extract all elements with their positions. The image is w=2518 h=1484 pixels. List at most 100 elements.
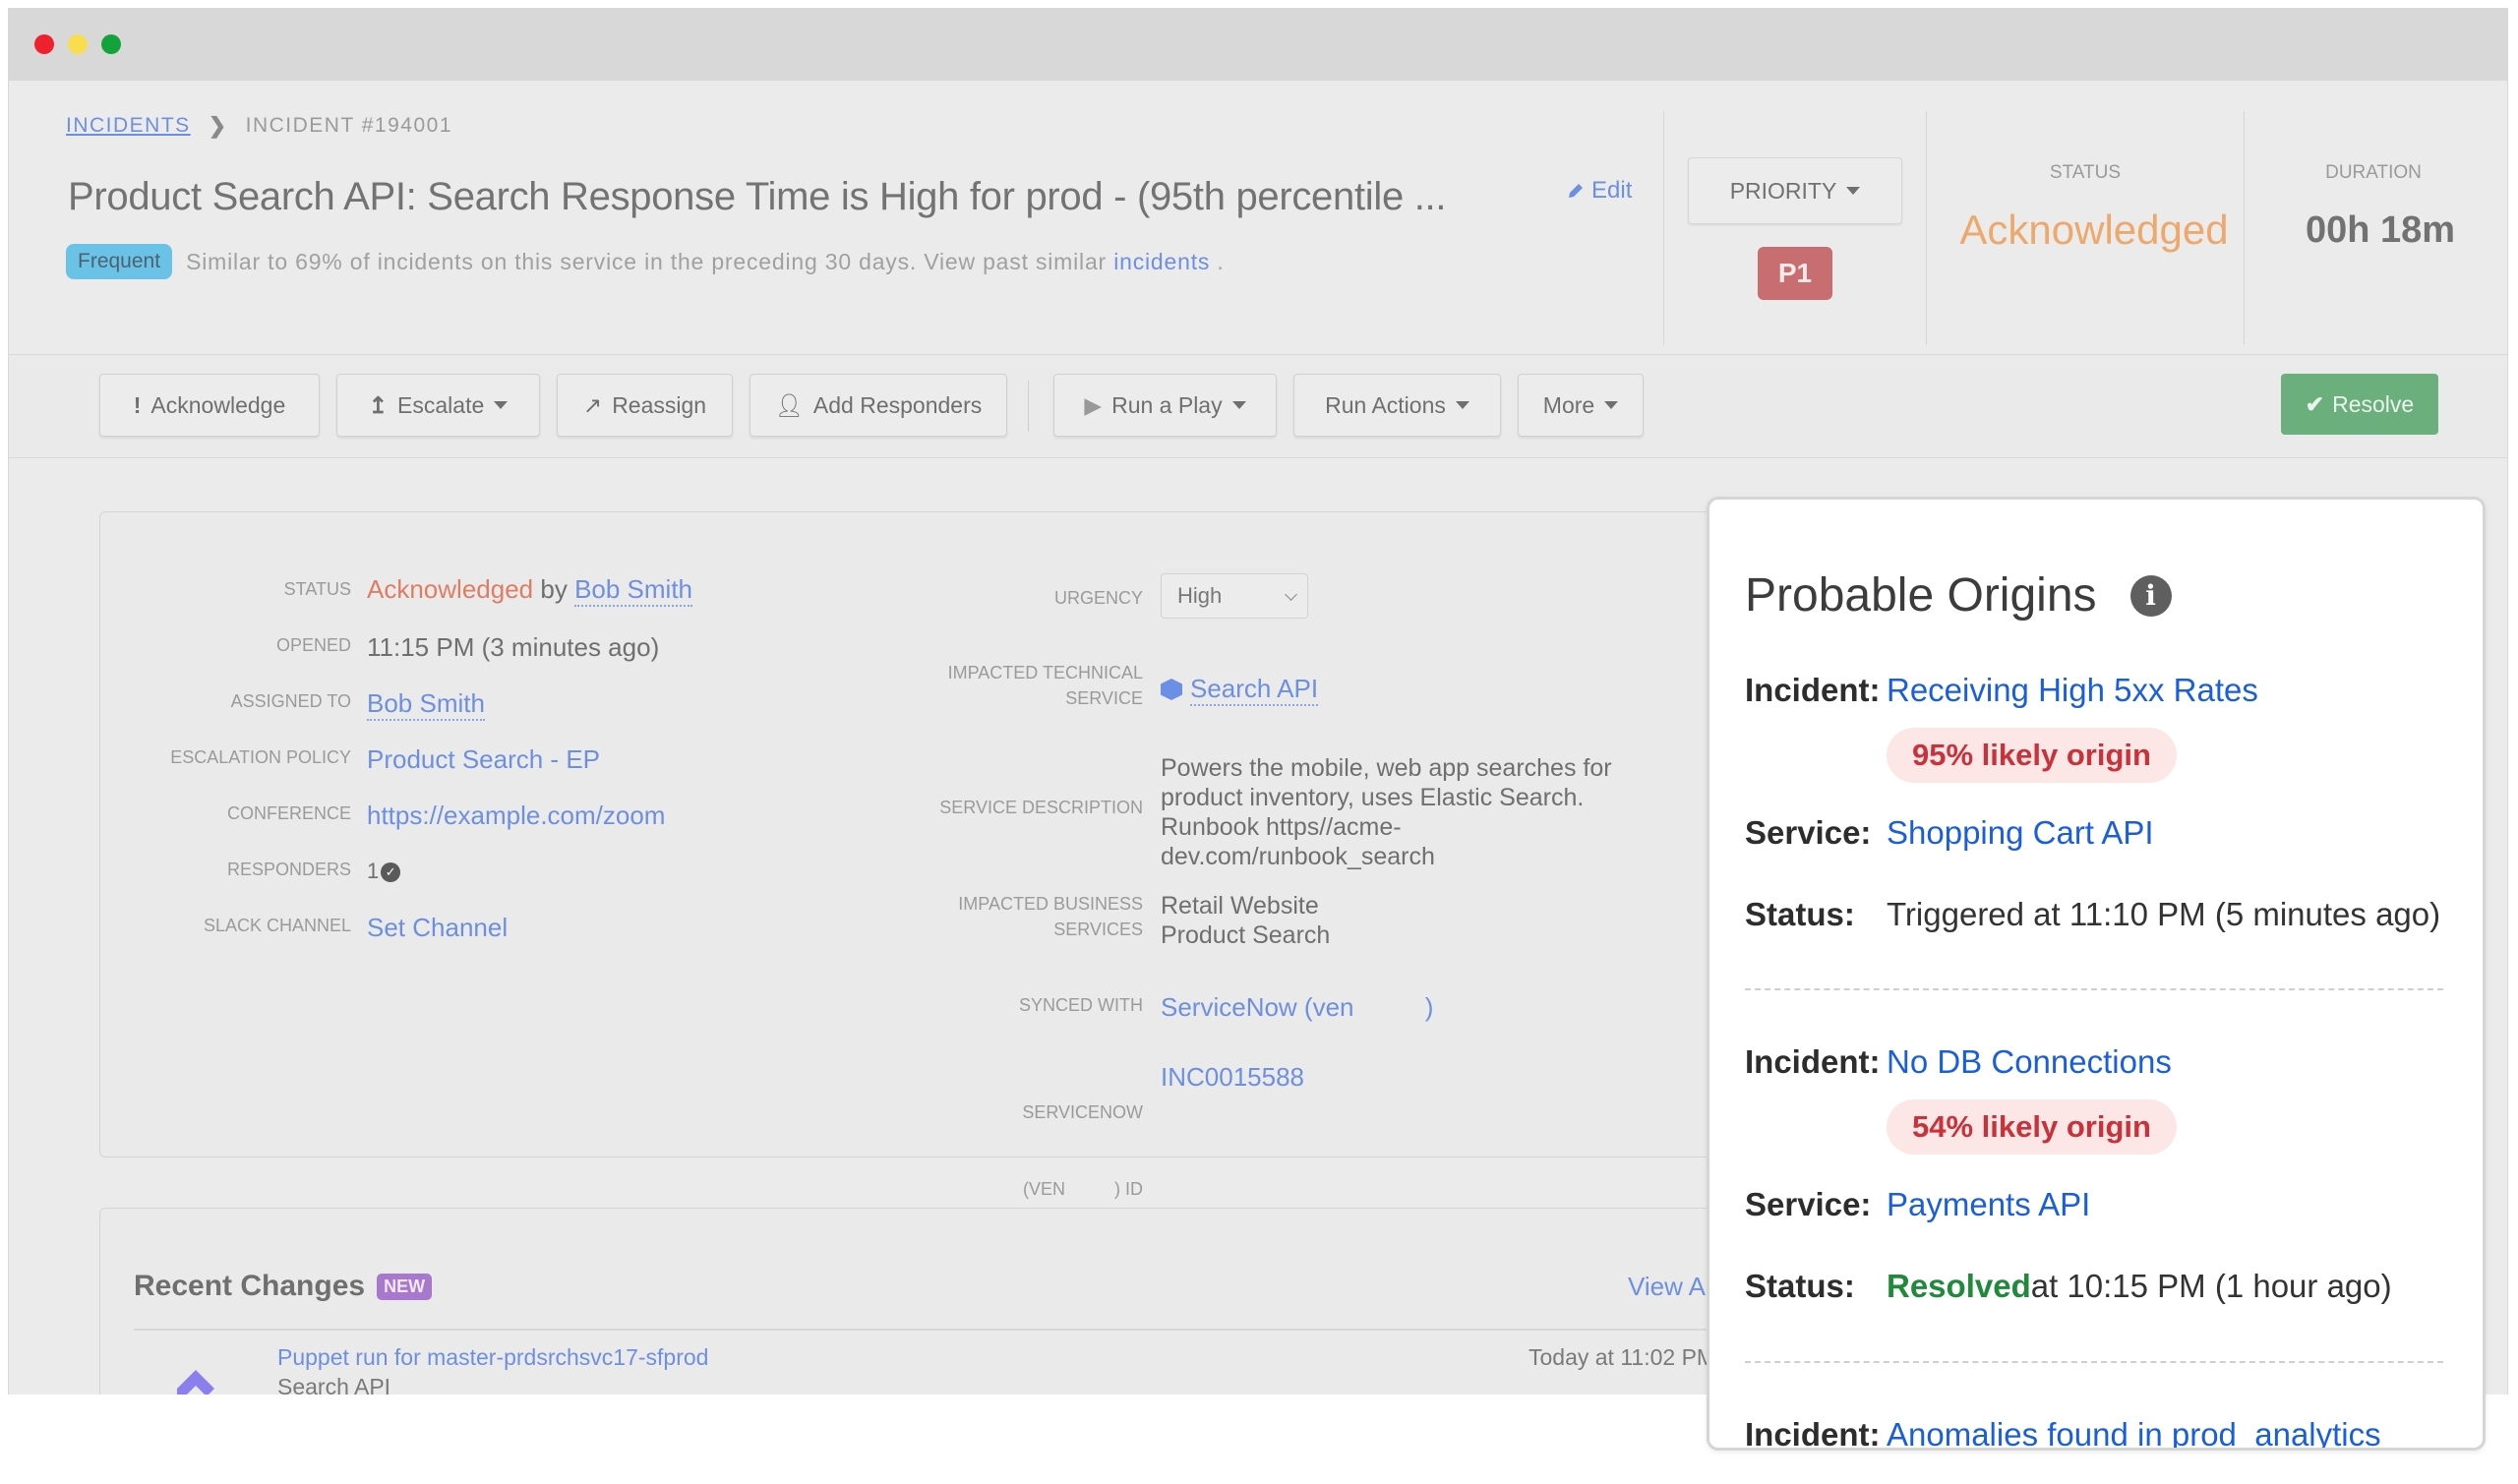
similar-incidents-link[interactable]: incidents: [1113, 249, 1210, 274]
run-a-play-button[interactable]: ▶ Run a Play: [1053, 374, 1277, 437]
maximize-window-button[interactable]: [101, 34, 121, 54]
status-key: Status:: [1745, 896, 1855, 932]
add-user-icon: 👤︎: [774, 391, 804, 418]
recent-changes-divider: [134, 1329, 1747, 1331]
run-actions-label: Run Actions: [1325, 391, 1446, 418]
acknowledge-label: Acknowledge: [150, 391, 286, 418]
origin-incident-link[interactable]: No DB Connections: [1887, 1043, 2172, 1081]
field-value: Search API: [1161, 674, 1319, 706]
field-value: Acknowledged by Bob Smith: [367, 574, 693, 607]
close-window-button[interactable]: [34, 34, 54, 54]
label-line: IMPACTED TECHNICAL: [947, 663, 1143, 683]
field-label: SERVICE DESCRIPTION: [939, 798, 1143, 817]
set-slack-channel-link[interactable]: Set Channel: [367, 913, 508, 942]
escalate-arrow-icon: ↥: [368, 391, 389, 418]
assigned-user-link[interactable]: Bob Smith: [367, 688, 485, 721]
field-synced-with: SYNCED WITH ServiceNow (ven ): [651, 992, 1433, 1022]
probable-origins-panel: Probable Origins i Incident: Receiving H…: [1707, 497, 2486, 1451]
origin-incident-link[interactable]: Receiving High 5xx Rates: [1887, 672, 2258, 709]
field-value: 1 ✓: [367, 857, 401, 886]
origin-incident-link[interactable]: Anomalies found in prod_analytics: [1887, 1416, 2381, 1448]
urgency-value: High: [1177, 583, 1223, 608]
priority-badge: P1: [1758, 247, 1832, 300]
incident-details-card: STATUS Acknowledged by Bob Smith OPENED …: [99, 511, 1771, 1199]
origin-service-link[interactable]: Payments API: [1887, 1186, 2090, 1223]
recent-changes-card: Recent Changes NEW View A Puppet run for…: [99, 1208, 1771, 1395]
origin-status-text: at 10:15 PM (1 hour ago): [2030, 1268, 2392, 1304]
incident-key: Incident:: [1745, 1416, 1881, 1451]
search-api-link[interactable]: Search API: [1190, 674, 1319, 706]
toolbar-separator: [1028, 381, 1029, 432]
origin-service-link[interactable]: Shopping Cart API: [1887, 814, 2154, 852]
field-label: ASSIGNED TO: [230, 691, 351, 711]
change-title-link[interactable]: Puppet run for master-prdsrchsvc17-sfpro…: [277, 1344, 708, 1371]
servicenow-link[interactable]: ServiceNow (ven ): [1161, 992, 1433, 1022]
breadcrumb-incidents-link[interactable]: INCIDENTS: [66, 114, 191, 138]
field-status: STATUS Acknowledged by Bob Smith: [100, 574, 693, 607]
action-toolbar: ! Acknowledge ↥ Escalate ↗ Reassign 👤︎ A…: [9, 354, 2507, 458]
duration-label: DURATION: [2325, 162, 2422, 183]
origin-status-text: Triggered at 11:10 PM (5 minutes ago): [1887, 896, 2441, 932]
likelihood-badge: 95% likely origin: [1887, 728, 2177, 783]
field-business-services: IMPACTED BUSINESS SERVICES Retail Websit…: [651, 891, 1330, 950]
exclamation-icon: !: [133, 391, 142, 418]
header-divider: [1663, 111, 1664, 345]
business-services: Retail Website Product Search: [1161, 891, 1330, 950]
status-by: by: [540, 574, 568, 604]
run-a-play-label: Run a Play: [1111, 391, 1223, 418]
frequent-text: Similar to 69% of incidents on this serv…: [186, 248, 1107, 274]
field-responders: RESPONDERS 1 ✓: [100, 857, 401, 886]
label-line: SERVICE: [1065, 688, 1143, 708]
frequent-row: Frequent Similar to 69% of incidents on …: [66, 244, 1225, 279]
acknowledge-button[interactable]: ! Acknowledge: [99, 374, 320, 437]
run-actions-button[interactable]: Run Actions: [1293, 374, 1501, 437]
share-icon: ↗: [582, 391, 603, 418]
label-line: IMPACTED BUSINESS: [958, 894, 1143, 914]
resolve-button[interactable]: ✔ Resolve: [2281, 374, 2438, 435]
priority-label: PRIORITY: [1729, 177, 1837, 204]
origin-separator: [1745, 1361, 2443, 1363]
new-badge: NEW: [377, 1273, 433, 1300]
escalate-button[interactable]: ↥ Escalate: [336, 374, 540, 437]
add-responders-button[interactable]: 👤︎ Add Responders: [749, 374, 1007, 437]
field-label: URGENCY: [1053, 588, 1143, 608]
info-icon[interactable]: i: [2129, 574, 2172, 617]
urgency-select[interactable]: High: [1161, 573, 1308, 619]
edit-title-button[interactable]: Edit: [1566, 177, 1632, 205]
minimize-window-button[interactable]: [68, 34, 88, 54]
caret-down-icon: [1455, 401, 1469, 409]
edit-label: Edit: [1591, 177, 1633, 204]
more-button[interactable]: More: [1518, 374, 1644, 437]
service-description: Powers the mobile, web app searches for …: [1161, 753, 1612, 871]
priority-dropdown[interactable]: PRIORITY: [1688, 157, 1902, 224]
service-cube-icon: [1161, 679, 1182, 700]
business-service: Product Search: [1161, 921, 1331, 949]
status-value: Acknowledged: [1959, 207, 2229, 253]
escalation-policy-link[interactable]: Product Search - EP: [367, 744, 600, 774]
field-label: OPENED: [275, 635, 351, 655]
caret-down-icon: [1846, 187, 1861, 195]
field-label: STATUS: [283, 579, 351, 599]
view-all-link[interactable]: View A: [1628, 1272, 1706, 1302]
field-slack: SLACK CHANNEL Set Channel: [100, 913, 508, 942]
probable-origins-heading: Probable Origins: [1745, 569, 2097, 622]
conference-link[interactable]: https://example.com/zoom: [367, 801, 665, 830]
likelihood-badge: 54% likely origin: [1887, 1099, 2177, 1155]
caret-down-icon: [1231, 401, 1246, 409]
field-label: CONFERENCE: [226, 803, 351, 823]
field-conference: CONFERENCE https://example.com/zoom: [100, 801, 665, 830]
label-line: SERVICENOW: [1022, 1102, 1143, 1122]
origin-status-resolved: Resolved: [1887, 1268, 2031, 1304]
status-key: Status:: [1745, 1268, 1855, 1304]
reassign-button[interactable]: ↗ Reassign: [557, 374, 733, 437]
breadcrumb: INCIDENTS ❯ INCIDENT #194001: [66, 113, 452, 139]
caret-down-icon: [1604, 401, 1619, 409]
label-line: (VEN ) ID: [1022, 1179, 1143, 1199]
origin-status-row: Status: Resolved at 10:15 PM (1 hour ago): [1745, 1268, 2392, 1305]
more-label: More: [1542, 391, 1595, 418]
incident-title: Product Search API: Search Response Time…: [68, 175, 1447, 218]
puppet-logo-icon: [177, 1370, 214, 1395]
checkmark-icon: ✔: [2305, 390, 2325, 417]
servicenow-id-link[interactable]: INC0015588: [1161, 1062, 1304, 1092]
status-acknowledged: Acknowledged: [367, 574, 534, 604]
